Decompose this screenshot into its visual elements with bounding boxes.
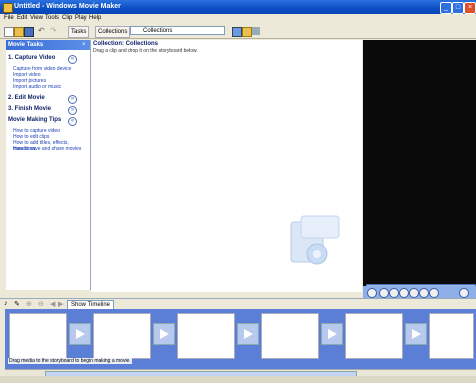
storyboard-scrollbar[interactable] — [5, 369, 476, 377]
toolbar: ↶ ↷ Tasks Collections Collections — [0, 24, 476, 39]
collections-button[interactable]: Collections — [95, 26, 131, 38]
zoom-in-icon[interactable]: ⊕ — [26, 300, 32, 308]
rewind-storyboard-icon[interactable]: ◀ — [50, 300, 55, 308]
storyboard-slot[interactable] — [9, 313, 67, 359]
storyboard-hint: Drag media to the storyboard to begin ma… — [8, 358, 132, 364]
section-finish-movie[interactable]: 3. Finish Movie — [8, 106, 51, 112]
rewind-icon[interactable] — [399, 288, 409, 298]
tasks-button[interactable]: Tasks — [68, 26, 90, 38]
maximize-button[interactable]: □ — [452, 2, 464, 14]
storyboard[interactable]: Drag media to the storyboard to begin ma… — [5, 309, 476, 369]
storyboard-slot[interactable] — [345, 313, 403, 359]
task-pane-title: Movie Tasks — [8, 42, 44, 48]
minimize-button[interactable]: _ — [440, 2, 452, 14]
collection-select[interactable]: Collections — [130, 26, 225, 35]
storyboard-slot[interactable] — [93, 313, 151, 359]
link-how-save[interactable]: How to save and share movies — [13, 146, 81, 152]
movie-maker-watermark-icon — [290, 215, 340, 265]
close-pane-icon[interactable]: × — [82, 42, 86, 48]
play-storyboard-icon[interactable]: ▶ — [58, 300, 63, 308]
previous-frame-icon[interactable] — [389, 288, 399, 298]
menu-edit[interactable]: Edit — [17, 15, 27, 21]
collection-subtitle: Drag a clip and drop it on the storyboar… — [93, 48, 198, 54]
transition-slot[interactable] — [321, 323, 343, 345]
app-icon — [3, 3, 13, 13]
menu-play[interactable]: Play — [75, 15, 87, 21]
section-edit-movie[interactable]: 2. Edit Movie — [8, 95, 45, 101]
storyboard-slot[interactable] — [177, 313, 235, 359]
set-audio-levels-icon[interactable]: ♪ — [4, 300, 8, 307]
menu-view[interactable]: View — [30, 15, 43, 21]
storyboard-slot[interactable] — [261, 313, 319, 359]
transition-slot[interactable] — [405, 323, 427, 345]
collection-select-value: Collections — [143, 28, 173, 34]
collections-label: Collections — [98, 29, 128, 35]
redo-icon[interactable]: ↷ — [50, 27, 58, 35]
playback-controls — [363, 286, 476, 298]
collection-area[interactable]: Collection: Collections Drag a clip and … — [91, 40, 362, 292]
collection-caption: Collection: Collections — [93, 41, 159, 47]
tasks-label: Tasks — [71, 29, 87, 35]
transition-slot[interactable] — [69, 323, 91, 345]
take-picture-icon[interactable] — [459, 288, 469, 298]
transition-slot[interactable] — [153, 323, 175, 345]
menu-tools[interactable]: Tools — [45, 15, 59, 21]
collapse-tips-icon[interactable]: « — [68, 117, 77, 126]
zoom-out-icon[interactable]: ⊖ — [38, 300, 44, 308]
expand-edit-icon[interactable]: » — [68, 95, 77, 104]
close-button[interactable]: × — [464, 2, 476, 14]
split-clip-icon[interactable] — [429, 288, 439, 298]
link-import-audio[interactable]: Import audio or music — [13, 84, 61, 90]
menu-file[interactable]: File — [4, 15, 14, 21]
play-icon[interactable] — [367, 288, 377, 298]
transition-slot[interactable] — [237, 323, 259, 345]
section-movie-tips[interactable]: Movie Making Tips — [8, 117, 61, 123]
status-bar — [0, 376, 476, 383]
stop-icon[interactable] — [379, 288, 389, 298]
menu-help[interactable]: Help — [89, 15, 101, 21]
narrate-icon[interactable]: ✎ — [14, 300, 20, 308]
save-project-icon[interactable] — [24, 27, 34, 37]
up-folder-icon[interactable] — [232, 27, 242, 37]
new-project-icon[interactable] — [4, 27, 14, 37]
open-project-icon[interactable] — [14, 27, 24, 37]
show-timeline-label: Show Timeline — [71, 302, 111, 308]
task-pane: Movie Tasks × 1. Capture Video « Capture… — [6, 40, 91, 290]
views-icon[interactable] — [252, 27, 260, 35]
title-bar: Untitled - Windows Movie Maker _ □ × — [0, 0, 476, 14]
undo-icon[interactable]: ↶ — [38, 27, 46, 35]
menu-clip[interactable]: Clip — [62, 15, 72, 21]
forward-icon[interactable] — [409, 288, 419, 298]
next-frame-icon[interactable] — [419, 288, 429, 298]
menu-bar: File Edit View Tools Clip Play Help — [0, 14, 476, 24]
task-pane-header: Movie Tasks × — [6, 40, 90, 50]
new-folder-icon[interactable] — [242, 27, 252, 37]
preview-monitor — [363, 40, 476, 296]
window-title: Untitled - Windows Movie Maker — [14, 3, 121, 10]
collapse-capture-icon[interactable]: « — [68, 55, 77, 64]
expand-finish-icon[interactable]: » — [68, 106, 77, 115]
storyboard-slot[interactable] — [429, 313, 474, 359]
section-capture-video[interactable]: 1. Capture Video — [8, 55, 55, 61]
